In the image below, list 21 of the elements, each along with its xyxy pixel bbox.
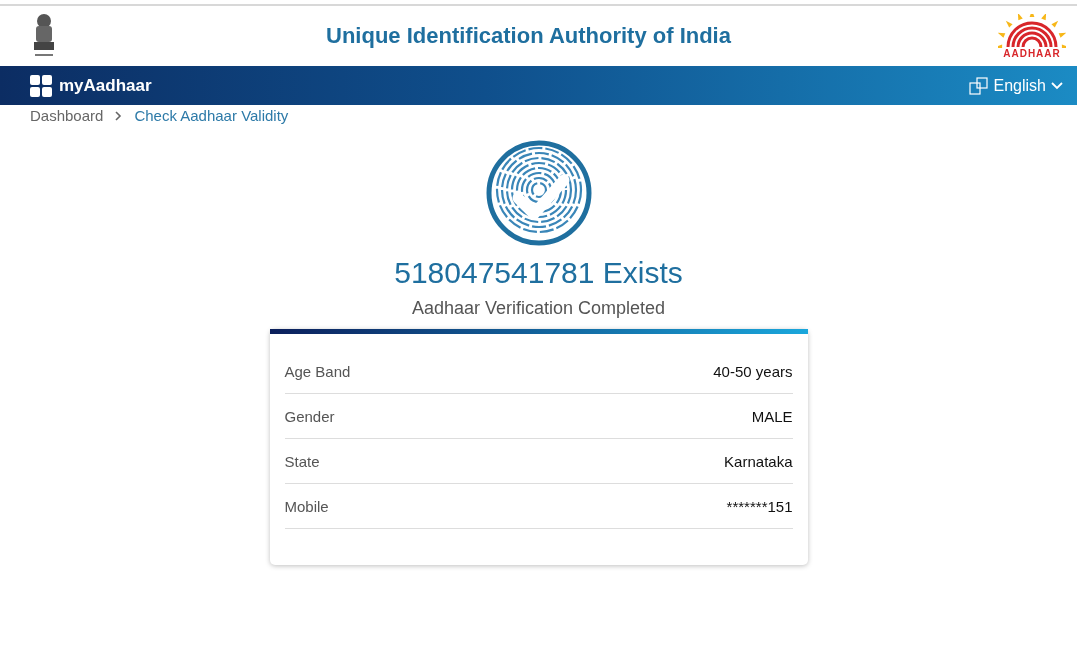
translate-icon (968, 76, 989, 95)
detail-label: Age Band (284, 362, 351, 380)
chevron-right-icon (115, 110, 123, 121)
detail-label: Gender (284, 407, 335, 425)
detail-label: State (284, 452, 320, 470)
verified-fingerprint-icon (485, 140, 592, 246)
language-selector[interactable]: English (968, 76, 1063, 95)
result-subheading: Aadhaar Verification Completed (411, 298, 666, 319)
breadcrumb-link[interactable]: Check Aadhaar Validity (134, 107, 289, 124)
detail-label: Mobile (284, 497, 329, 515)
detail-value: MALE (751, 407, 793, 425)
chevron-down-icon (1051, 81, 1063, 90)
detail-value: *******151 (726, 497, 793, 515)
site-title: Unique Identification Authority of India (326, 23, 731, 49)
detail-value: Karnataka (724, 452, 793, 470)
result-heading: 518047541781 Exists (394, 256, 683, 290)
detail-value: 40-50 years (713, 362, 793, 380)
brand-name: myAadhaar (59, 75, 152, 96)
breadcrumb-link[interactable]: Dashboard (30, 107, 104, 124)
aadhaar-logo: AADHAAR (997, 13, 1067, 59)
grid-icon (30, 74, 52, 97)
